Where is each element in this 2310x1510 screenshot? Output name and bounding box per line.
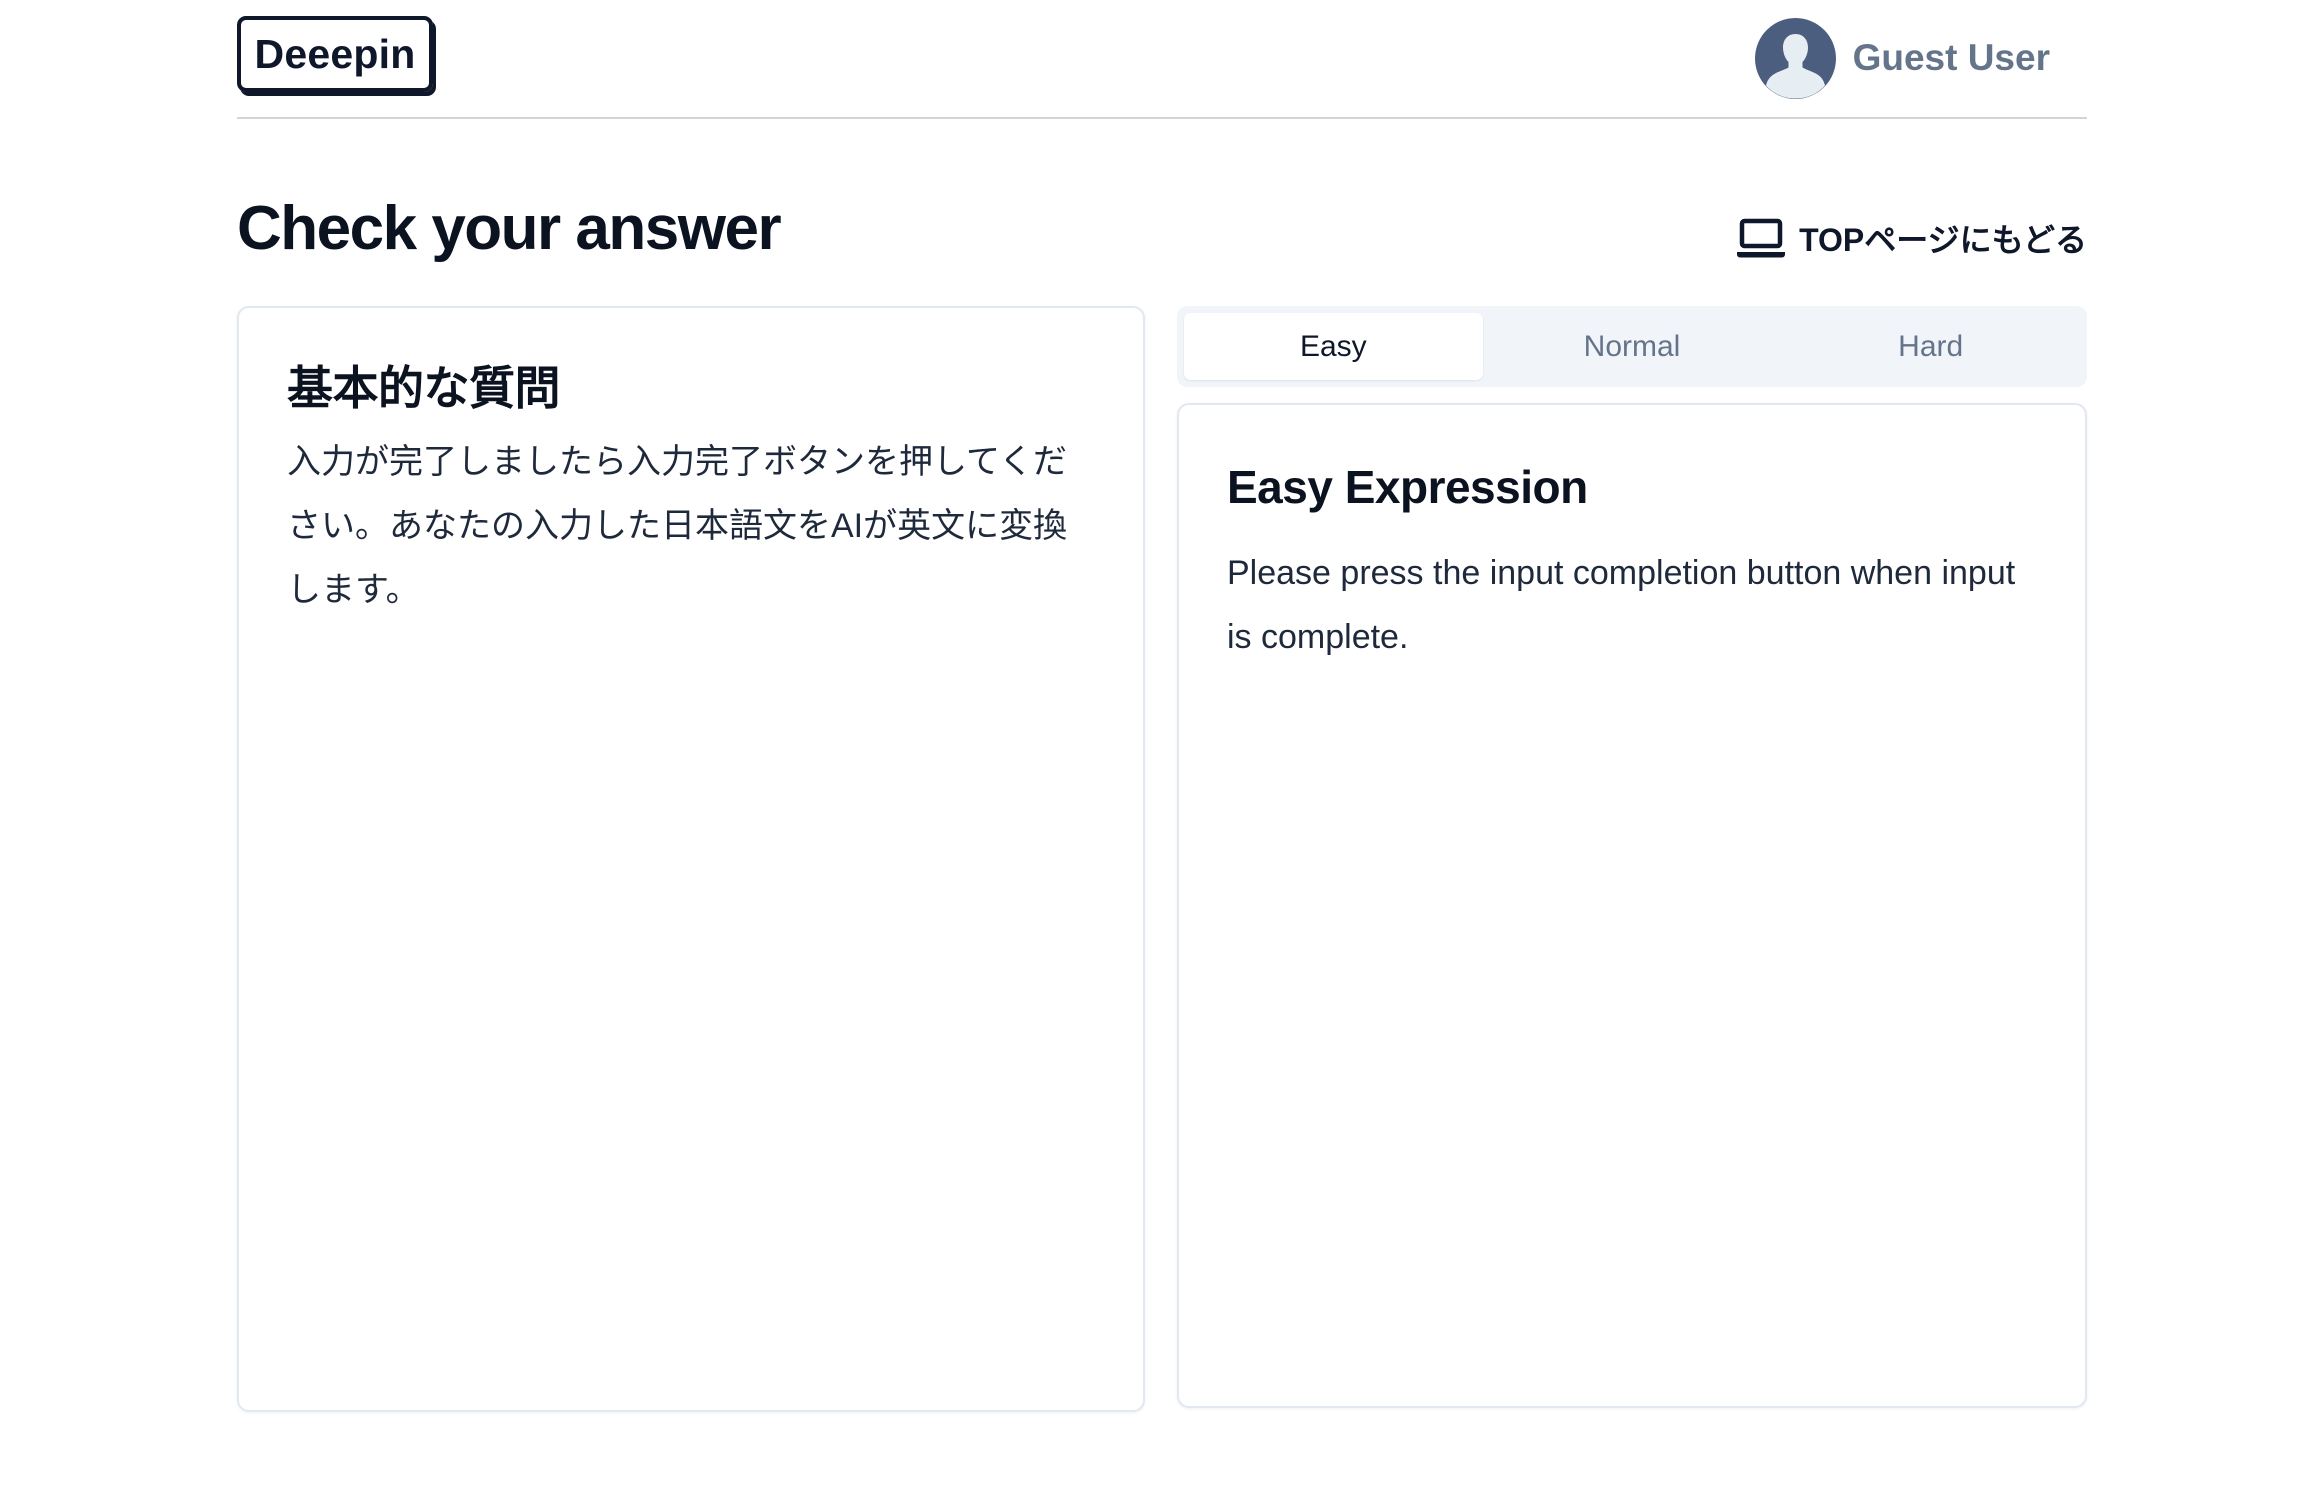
question-card: 基本的な質問 入力が完了しましたら入力完了ボタンを押してください。あなたの入力し… (237, 306, 1145, 1412)
logo[interactable]: Deeepin (237, 16, 433, 92)
answer-card-body: Please press the input completion button… (1227, 554, 2016, 656)
tab-hard[interactable]: Hard (1781, 313, 2080, 380)
question-card-body: 入力が完了しましたら入力完了ボタンを押してください。あなたの入力した日本語文をA… (287, 443, 1068, 609)
tab-normal[interactable]: Normal (1483, 313, 1782, 380)
tab-easy[interactable]: Easy (1184, 313, 1483, 380)
difficulty-tabs: Easy Normal Hard (1177, 306, 2087, 387)
page-title: Check your answer (237, 194, 782, 263)
top-header: Deeepin Guest User (237, 0, 2087, 119)
page: Deeepin Guest User Check your answer TOP… (0, 0, 2310, 1510)
user-name: Guest User (1852, 37, 2050, 78)
user-silhouette-icon (1765, 33, 1825, 98)
question-card-heading: 基本的な質問 (287, 362, 561, 414)
back-to-top-link[interactable]: TOPページにもどる (1735, 213, 2087, 263)
back-link-label: TOPページにもどる (1799, 222, 2087, 258)
user-menu[interactable]: Guest User (1754, 17, 2050, 99)
laptop-icon (1737, 218, 1786, 258)
answer-card: Easy Expression Please press the input c… (1177, 403, 2087, 1408)
avatar[interactable] (1754, 17, 1836, 99)
answer-card-heading: Easy Expression (1227, 461, 1588, 513)
